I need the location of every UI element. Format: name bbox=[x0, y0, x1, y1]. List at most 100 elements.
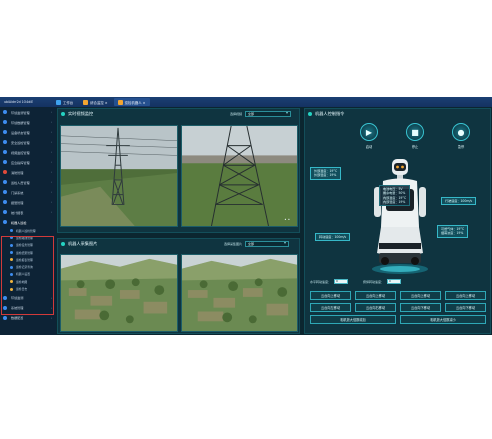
sidebar-subitem[interactable]: 巡检记录查询 bbox=[0, 263, 56, 270]
sidebar-item[interactable]: 消防管理 › bbox=[0, 167, 56, 177]
menu-label: 统计报表 bbox=[11, 210, 24, 215]
home-icon bbox=[56, 99, 61, 105]
sidebar-subitem[interactable]: 巡检报表管理 bbox=[0, 256, 56, 263]
stop-label: 停止 bbox=[411, 145, 419, 149]
chevron-right-icon: › bbox=[50, 315, 52, 320]
sidebar-item[interactable]: 数据配置 › bbox=[0, 313, 56, 323]
photo-panel-title: 机器人采集图片 bbox=[68, 241, 98, 246]
menu-label: 环境监测 bbox=[11, 296, 24, 301]
sidebar-subitem[interactable]: 巡检路线管理 bbox=[0, 234, 56, 241]
move-button-1[interactable]: 云台向上移动 bbox=[310, 291, 351, 300]
robot-status-callout: 电池电压：5V 剩余电量：50% 内部温度：19°C 内部湿度：19% bbox=[379, 185, 411, 207]
menu-label: 巡检任务管理 bbox=[16, 243, 33, 248]
sidebar-item[interactable]: 报警管理 › bbox=[0, 197, 56, 207]
stop-icon: ■ bbox=[406, 123, 424, 141]
zoom-in-button[interactable]: 相机放大倍数增加 bbox=[310, 315, 396, 324]
start-button[interactable]: ▶ 启动 bbox=[355, 123, 383, 149]
sidebar-item[interactable]: 视频监控管理 › bbox=[0, 147, 56, 157]
video-select[interactable]: 全部 bbox=[245, 111, 292, 117]
menu-label: 巡检人员管理 bbox=[11, 180, 30, 185]
emergency-stop-button[interactable]: ● 急停 bbox=[447, 123, 475, 149]
move-down-button[interactable]: 云台向下移动 bbox=[400, 303, 441, 312]
tab-monitor[interactable]: 综合监控 × bbox=[79, 98, 111, 106]
sidebar-subitem[interactable]: 机器人巡检管理 bbox=[0, 227, 56, 234]
video-select-label: 选择视频 bbox=[230, 112, 243, 116]
menu-label: 巡检日志 bbox=[16, 287, 28, 292]
tab-robot[interactable]: 巡检机器人 × bbox=[113, 98, 150, 106]
chevron-right-icon: › bbox=[50, 170, 52, 174]
menu-label: 门禁系统 bbox=[11, 190, 24, 195]
sidebar-item[interactable]: 环境监测管理 › bbox=[0, 107, 56, 117]
sidebar-subitem[interactable]: 机器人设置 bbox=[0, 271, 56, 278]
video-feed-1[interactable] bbox=[60, 125, 178, 227]
play-icon: ▶ bbox=[360, 123, 378, 141]
sidebar-subitem[interactable]: 巡检日志 bbox=[0, 285, 56, 292]
sidebar-item[interactable]: 环境数据管理 › bbox=[0, 117, 56, 127]
sidebar-item[interactable]: 应急指挥管理 › bbox=[0, 157, 56, 167]
menu-label: 应急指挥管理 bbox=[11, 160, 30, 165]
app-window: ubiAidrr2d 1O4diE 工作台 综合监控 × 巡检机器人 × 环境监… bbox=[0, 97, 492, 335]
sidebar-item[interactable]: 统计报表 › bbox=[0, 207, 56, 217]
move-button-3[interactable]: 云台向上移动 bbox=[400, 291, 441, 300]
sidebar-subitem[interactable]: 巡检任务管理 bbox=[0, 242, 56, 249]
sidebar-item[interactable]: 环境监测 › bbox=[0, 293, 56, 303]
sidebar-item[interactable]: 门禁系统 › bbox=[0, 187, 56, 197]
monitor-icon bbox=[83, 99, 89, 105]
sidebar-item[interactable]: 系统管理 › bbox=[0, 303, 56, 313]
video-panel-title: 实时视频监控 bbox=[68, 111, 94, 116]
sidebar-item[interactable]: 巡检人员管理 › bbox=[0, 177, 56, 187]
photo-select[interactable]: 全部 bbox=[245, 241, 290, 247]
sidebar-item[interactable]: 设备状态管理 › bbox=[0, 127, 56, 137]
rotate-speed-callout: 转动速度：100m/s bbox=[315, 233, 351, 242]
bullet-icon bbox=[61, 242, 65, 246]
chevron-right-icon: › bbox=[50, 180, 52, 184]
bullet-icon bbox=[61, 112, 65, 116]
menu-label: 安全巡检管理 bbox=[11, 140, 30, 145]
rotate-speed: 转动速度：100m/s bbox=[319, 235, 347, 239]
drive-speed: 行驶速度：100m/s bbox=[445, 199, 473, 203]
emergency-stop-label: 急停 bbox=[457, 145, 465, 149]
sidebar-subitem[interactable]: 巡检地图 bbox=[0, 278, 56, 285]
tab-label: 综合监控 × bbox=[90, 100, 108, 105]
menu-label: 设备状态管理 bbox=[11, 130, 30, 135]
move-button-2[interactable]: 云台向上移动 bbox=[355, 291, 396, 300]
move-right-button[interactable]: 云台向右移动 bbox=[355, 303, 396, 312]
gas-smoke-callout: 可燃气体：19°C 烟雾浓度：19% bbox=[437, 225, 469, 238]
menu-dot-icon bbox=[3, 120, 7, 124]
video-select-wrap: 选择视频 全部 bbox=[230, 111, 292, 117]
tab-workbench[interactable]: 工作台 bbox=[52, 98, 77, 106]
tilt-speed-label: 俯仰转动速度： bbox=[363, 279, 385, 284]
sidebar-item[interactable]: 安全巡检管理 › bbox=[0, 137, 56, 147]
menu-dot-icon bbox=[3, 190, 7, 194]
bullet-icon bbox=[308, 112, 312, 116]
chevron-right-icon: › bbox=[50, 150, 52, 154]
video-feed-2[interactable]: • • bbox=[181, 125, 298, 227]
stop-button[interactable]: ■ 停止 bbox=[401, 123, 429, 149]
chevron-right-icon: › bbox=[50, 295, 52, 300]
start-label: 启动 bbox=[365, 145, 373, 149]
menu-dot-icon bbox=[3, 210, 7, 214]
menu-dot-icon bbox=[3, 150, 7, 154]
menu-label: 巡检地图 bbox=[16, 279, 28, 284]
move-down-button-2[interactable]: 云台向下移动 bbox=[445, 303, 486, 312]
menu-label: 机器人巡检管理 bbox=[16, 228, 36, 233]
menu-dot-icon bbox=[10, 236, 13, 240]
external-env-callout: 外部温度：19°C 外部湿度：19% bbox=[310, 167, 342, 180]
sidebar-group-robot[interactable]: 机器人巡检 bbox=[0, 217, 56, 227]
menu-label: 环境监测管理 bbox=[11, 110, 30, 115]
video-panel: 实时视频监控 选择视频 全部 ▾ • • bbox=[57, 108, 300, 233]
menu-label: 消防管理 bbox=[11, 170, 24, 175]
emergency-stop-icon: ● bbox=[452, 123, 470, 141]
photo-1[interactable] bbox=[60, 254, 178, 332]
move-button-4[interactable]: 云台向上移动 bbox=[445, 291, 486, 300]
move-left-button[interactable]: 云台向左移动 bbox=[310, 303, 351, 312]
zoom-out-button[interactable]: 相机放大倍数减小 bbox=[400, 315, 486, 324]
sidebar-subitem[interactable]: 巡检结果管理 bbox=[0, 249, 56, 256]
menu-dot-icon bbox=[10, 258, 13, 262]
menu-dot-icon bbox=[10, 265, 13, 269]
video-pager[interactable]: • • bbox=[284, 217, 290, 222]
robot-panel: 机器人控制指令 ▶ 启动 ■ 停止 ● 急停 外部温度：19°C 外部湿度：19… bbox=[304, 108, 491, 334]
pan-speed-input[interactable]: 0 bbox=[334, 279, 349, 284]
photo-2[interactable] bbox=[181, 254, 298, 332]
tilt-speed-input[interactable]: 0 bbox=[387, 279, 402, 284]
